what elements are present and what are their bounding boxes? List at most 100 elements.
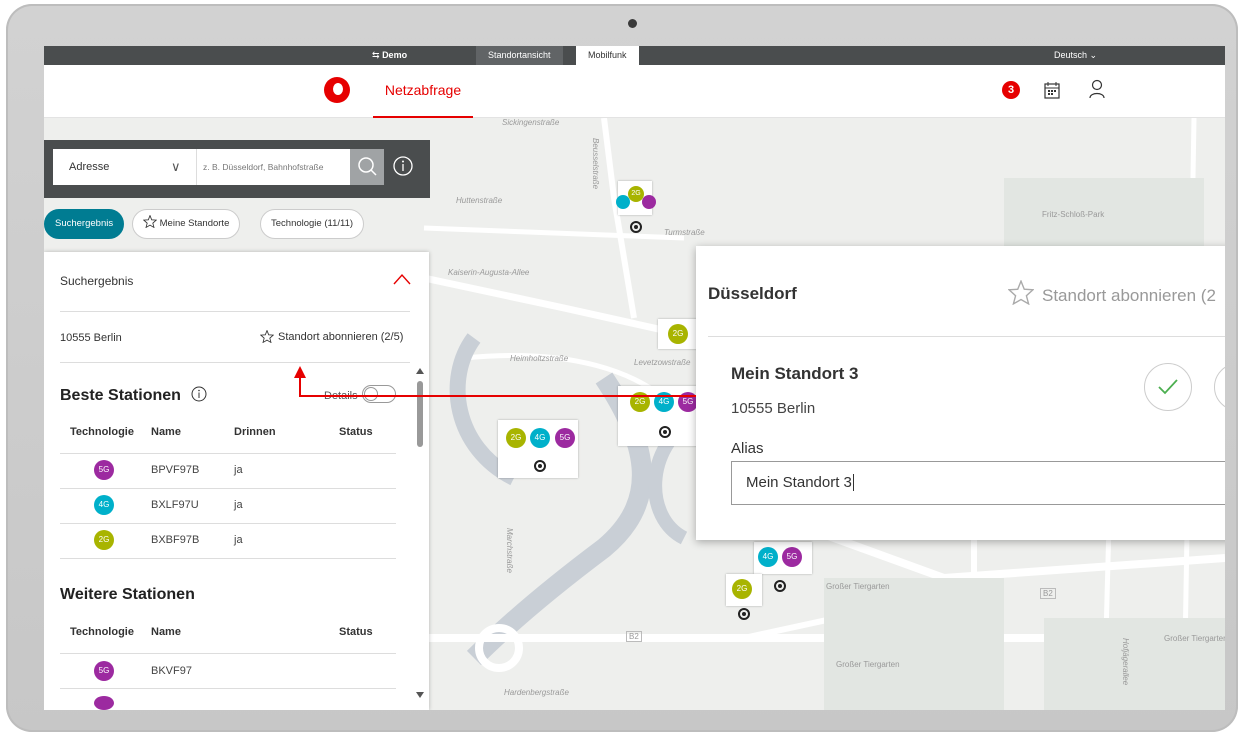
screen: Sickingenstraße Beusselstraße Huttenstra…	[44, 46, 1225, 710]
station-name: BPVF97B	[151, 464, 200, 476]
details-label: Details	[324, 390, 358, 402]
subscribe-label: Standort abonnieren (2/5)	[278, 331, 404, 343]
language-label: Deutsch	[1054, 50, 1088, 60]
close-icon	[1215, 364, 1225, 410]
column-header: Name	[151, 426, 181, 438]
divider	[60, 362, 410, 363]
divider	[60, 523, 396, 524]
road-shield: B2	[626, 631, 642, 642]
alias-input[interactable]: Mein Standort 3​	[731, 461, 1225, 505]
divider	[60, 558, 396, 559]
demo-switch[interactable]: ⇆ Demo	[372, 50, 407, 61]
cancel-button[interactable]	[1214, 363, 1225, 411]
vodafone-logo[interactable]	[324, 77, 350, 103]
alias-label: Alias	[731, 440, 764, 457]
subscribe-location-button[interactable]: Standort abonnieren (2/5)	[259, 329, 404, 344]
street-label: Kaiserin-Augusta-Allee	[448, 268, 530, 277]
street-label: Marchstraße	[505, 528, 514, 573]
station-indoor: ja	[234, 464, 243, 476]
scrollbar-thumb[interactable]	[417, 381, 423, 447]
location-popup: Düsseldorf Standort abonnieren (2 Mein S…	[696, 246, 1225, 540]
chevron-down-icon: ⌄	[1089, 50, 1098, 60]
confirm-button[interactable]	[1144, 363, 1192, 411]
top-bar: ⇆ Demo Standortansicht Mobilfunk Deutsch…	[44, 46, 1225, 65]
chevron-up-icon[interactable]	[393, 272, 411, 290]
notification-badge[interactable]: 3	[1002, 81, 1020, 99]
column-header: Status	[339, 626, 373, 638]
calendar-icon[interactable]	[1044, 81, 1060, 104]
station-indoor: ja	[234, 499, 243, 511]
location-city: 10555 Berlin	[731, 400, 816, 417]
laptop-frame: Sickingenstraße Beusselstraße Huttenstra…	[0, 0, 1244, 733]
column-header: Name	[151, 626, 181, 638]
station-name: BKVF97	[151, 665, 192, 677]
station-name: BXLF97U	[151, 499, 199, 511]
street-label: Levetzowstraße	[634, 358, 691, 367]
chevron-down-icon: ∨	[171, 159, 181, 174]
scroll-down-arrow-icon[interactable]	[416, 692, 424, 698]
tech-badge-partial	[94, 696, 114, 710]
star-icon	[259, 329, 275, 344]
divider	[708, 336, 1225, 337]
location-name: Mein Standort 3	[731, 364, 859, 383]
more-stations-title: Weitere Stationen	[60, 586, 195, 603]
header: Netzabfrage 3	[44, 65, 1225, 118]
street-label: Heimholtzstraße	[510, 354, 569, 363]
checkmark-icon	[1158, 379, 1178, 395]
divider	[60, 453, 396, 454]
divider	[60, 653, 396, 654]
column-header: Status	[339, 426, 373, 438]
text-cursor: ​	[852, 474, 854, 491]
scroll-up-arrow-icon[interactable]	[416, 368, 424, 374]
popup-title: Düsseldorf	[708, 284, 797, 303]
info-icon[interactable]	[392, 155, 414, 182]
search-icon	[358, 157, 377, 176]
webcam	[628, 19, 637, 28]
park-label: Großer Tiergarten	[836, 660, 900, 669]
info-icon[interactable]	[191, 386, 207, 407]
street-label: Sickingenstraße	[502, 118, 560, 127]
address-input[interactable]: z. B. Düsseldorf, Bahnhofstraße	[196, 149, 350, 185]
search-button[interactable]	[350, 149, 384, 185]
park-label: Fritz-Schloß-Park	[1042, 210, 1105, 219]
station-name: BXBF97B	[151, 534, 200, 546]
search-type-value: Adresse	[69, 161, 110, 173]
column-header: Technologie	[70, 626, 134, 638]
best-stations-label: Beste Stationen	[60, 387, 181, 404]
alias-input-value: Mein Standort 3	[746, 474, 852, 491]
chip-meine-standorte[interactable]: Meine Standorte	[132, 209, 241, 239]
panel-title: Suchergebnis	[60, 274, 134, 288]
popup-subscribe-button[interactable]: Standort abonnieren (2	[1007, 279, 1216, 306]
swap-arrows-icon: ⇆	[372, 50, 380, 60]
park-label: Großer Tiergarten	[826, 582, 890, 591]
scrollbar[interactable]	[416, 368, 424, 708]
street-label: Beusselstraße	[591, 138, 600, 190]
tab-standortansicht[interactable]: Standortansicht	[476, 46, 563, 65]
search-bar: Adresse ∨ z. B. Düsseldorf, Bahnhofstraß…	[44, 140, 430, 198]
street-label: Turmstraße	[664, 228, 705, 237]
tech-badge: 4G	[94, 495, 114, 515]
result-location: 10555 Berlin	[60, 332, 122, 344]
street-label: Hardenbergstraße	[504, 688, 569, 697]
road-shield: B2	[1040, 588, 1056, 599]
search-type-select[interactable]: Adresse ∨	[53, 149, 196, 185]
divider	[60, 311, 410, 312]
search-result-panel: Suchergebnis 10555 Berlin Standort abonn…	[44, 252, 429, 710]
chip-technologie[interactable]: Technologie (11/11)	[260, 209, 365, 239]
divider	[60, 688, 396, 689]
park-label: Großer Tiergarten	[1164, 634, 1225, 643]
column-header: Drinnen	[234, 426, 276, 438]
tech-badge: 5G	[94, 460, 114, 480]
tech-badge: 5G	[94, 661, 114, 681]
language-select[interactable]: Deutsch ⌄	[1054, 50, 1097, 61]
chip-label: Meine Standorte	[159, 218, 230, 229]
star-icon	[1007, 279, 1035, 306]
tab-mobilfunk[interactable]: Mobilfunk	[576, 46, 639, 65]
street-label: Huttenstraße	[456, 196, 503, 205]
column-header: Technologie	[70, 426, 134, 438]
tech-badge: 2G	[94, 530, 114, 550]
user-icon[interactable]	[1088, 79, 1106, 104]
chip-suchergebnis[interactable]: Suchergebnis	[44, 209, 125, 239]
details-toggle[interactable]	[362, 385, 396, 403]
nav-netzabfrage[interactable]: Netzabfrage	[373, 65, 473, 118]
